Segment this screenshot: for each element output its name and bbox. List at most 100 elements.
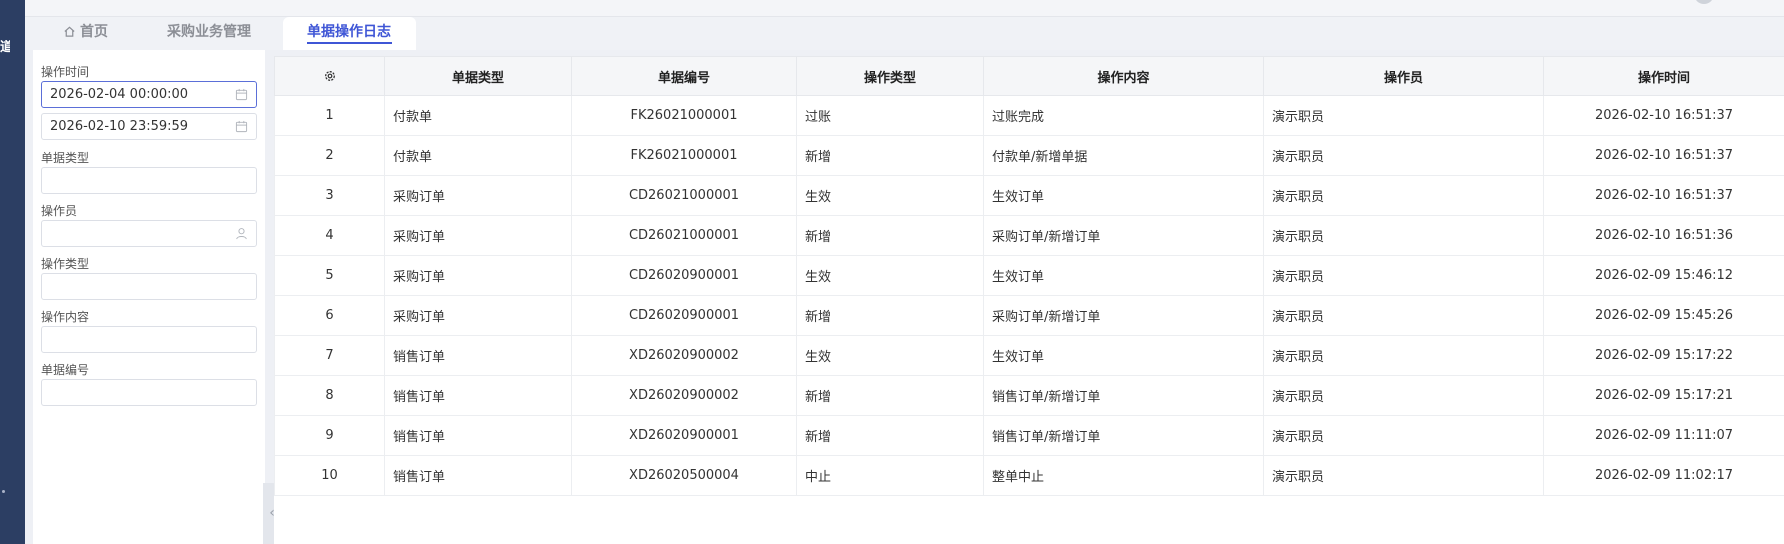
cell-operator: 演示职员	[1263, 375, 1544, 416]
doc-type-label: 单据类型	[41, 151, 90, 165]
home-icon	[64, 26, 75, 37]
filter-panel: 操作时间 2026-02-04 00:00:00 2026-02-10 23:5…	[33, 50, 265, 544]
cell-op-content: 采购订单/新增订单	[983, 295, 1264, 336]
op-time-label: 操作时间	[41, 65, 90, 79]
cell-doc-type: 采购订单	[384, 295, 572, 336]
log-table-container: 单据类型 单据编号 操作类型 操作内容 操作员 操作时间 1 付款单 FK260…	[274, 56, 1784, 544]
user-icon[interactable]	[235, 227, 248, 240]
cell-doc-type: 销售订单	[384, 375, 572, 416]
row-index: 5	[274, 255, 385, 296]
cell-doc-type: 采购订单	[384, 255, 572, 296]
table-row[interactable]: 3 采购订单 CD26021000001 生效 生效订单 演示职员 2026-0…	[274, 175, 1784, 216]
cell-op-type: 新增	[796, 415, 984, 456]
cell-op-content: 整单中止	[983, 455, 1264, 496]
cell-op-type: 新增	[796, 215, 984, 256]
op-content-label: 操作内容	[41, 310, 90, 324]
cell-doc-no: FK26021000001	[571, 95, 797, 136]
table-row[interactable]: 8 销售订单 XD26020900002 新增 销售订单/新增订单 演示职员 2…	[274, 375, 1784, 416]
op-time-start-input[interactable]: 2026-02-04 00:00:00	[41, 81, 257, 108]
cell-op-content: 生效订单	[983, 255, 1264, 296]
table-row[interactable]: 6 采购订单 CD26020900001 新增 采购订单/新增订单 演示职员 2…	[274, 295, 1784, 336]
operator-input[interactable]	[41, 220, 257, 247]
cell-op-time: 2026-02-09 11:02:17	[1543, 455, 1784, 496]
cell-doc-no: FK26021000001	[571, 135, 797, 176]
doc-no-label: 单据编号	[41, 363, 90, 377]
row-index: 10	[274, 455, 385, 496]
table-row[interactable]: 1 付款单 FK26021000001 过账 过账完成 演示职员 2026-02…	[274, 95, 1784, 136]
doc-type-input[interactable]	[41, 167, 257, 194]
cell-doc-no: XD26020500004	[571, 455, 797, 496]
tab-purchase-management[interactable]: 采购业务管理	[151, 17, 267, 50]
column-header-doc-no[interactable]: 单据编号	[571, 56, 797, 96]
cell-op-time: 2026-02-09 15:17:21	[1543, 375, 1784, 416]
cell-op-time: 2026-02-09 15:46:12	[1543, 255, 1784, 296]
cell-op-type: 生效	[796, 175, 984, 216]
row-index: 8	[274, 375, 385, 416]
calendar-icon[interactable]	[235, 120, 248, 133]
cell-op-time: 2026-02-09 15:45:26	[1543, 295, 1784, 336]
gear-icon	[324, 71, 335, 81]
cell-op-time: 2026-02-10 16:51:37	[1543, 135, 1784, 176]
cell-doc-type: 销售订单	[384, 335, 572, 376]
op-time-end-input[interactable]: 2026-02-10 23:59:59	[41, 113, 257, 140]
cell-op-type: 新增	[796, 375, 984, 416]
op-type-label: 操作类型	[41, 257, 90, 271]
cell-op-type: 新增	[796, 135, 984, 176]
cell-doc-type: 付款单	[384, 95, 572, 136]
column-header-op-time[interactable]: 操作时间	[1543, 56, 1784, 96]
cell-doc-no: XD26020900002	[571, 375, 797, 416]
cell-op-time: 2026-02-09 11:11:07	[1543, 415, 1784, 456]
nav-dot	[2, 490, 5, 493]
table-row[interactable]: 2 付款单 FK26021000001 新增 付款单/新增单据 演示职员 202…	[274, 135, 1784, 176]
tab-home[interactable]: 首页	[47, 17, 124, 50]
row-index: 4	[274, 215, 385, 256]
row-index: 6	[274, 295, 385, 336]
cell-operator: 演示职员	[1263, 175, 1544, 216]
op-time-end-value: 2026-02-10 23:59:59	[50, 119, 189, 134]
table-row[interactable]: 9 销售订单 XD26020900001 新增 销售订单/新增订单 演示职员 2…	[274, 415, 1784, 456]
table-header-row: 单据类型 单据编号 操作类型 操作内容 操作员 操作时间	[274, 56, 1784, 96]
cell-doc-type: 付款单	[384, 135, 572, 176]
cell-doc-type: 销售订单	[384, 415, 572, 456]
cell-operator: 演示职员	[1263, 335, 1544, 376]
tab-document-log[interactable]: 单据操作日志	[283, 17, 416, 50]
row-index: 7	[274, 335, 385, 376]
calendar-icon[interactable]	[235, 88, 248, 101]
log-table: 单据类型 单据编号 操作类型 操作内容 操作员 操作时间 1 付款单 FK260…	[274, 56, 1784, 496]
cell-op-content: 销售订单/新增订单	[983, 375, 1264, 416]
column-header-op-type[interactable]: 操作类型	[796, 56, 984, 96]
cell-doc-no: XD26020900002	[571, 335, 797, 376]
table-row[interactable]: 4 采购订单 CD26021000001 新增 采购订单/新增订单 演示职员 2…	[274, 215, 1784, 256]
table-row[interactable]: 7 销售订单 XD26020900002 生效 生效订单 演示职员 2026-0…	[274, 335, 1784, 376]
cell-op-content: 过账完成	[983, 95, 1264, 136]
cell-op-time: 2026-02-10 16:51:36	[1543, 215, 1784, 256]
tab-purchase-management-label: 采购业务管理	[167, 24, 251, 40]
cell-operator: 演示职员	[1263, 295, 1544, 336]
column-header-op-content[interactable]: 操作内容	[983, 56, 1264, 96]
row-index: 3	[274, 175, 385, 216]
cell-op-time: 2026-02-10 16:51:37	[1543, 175, 1784, 216]
cell-op-type: 中止	[796, 455, 984, 496]
cell-operator: 演示职员	[1263, 215, 1544, 256]
cell-op-content: 付款单/新增单据	[983, 135, 1264, 176]
column-header-operator[interactable]: 操作员	[1263, 56, 1544, 96]
column-settings-button[interactable]	[274, 56, 385, 96]
table-row[interactable]: 10 销售订单 XD26020500004 中止 整单中止 演示职员 2026-…	[274, 455, 1784, 496]
row-index: 1	[274, 95, 385, 136]
row-index: 9	[274, 415, 385, 456]
op-type-input[interactable]	[41, 273, 257, 300]
doc-no-input[interactable]	[41, 379, 257, 406]
cell-op-time: 2026-02-09 15:17:22	[1543, 335, 1784, 376]
avatar[interactable]	[1694, 0, 1714, 4]
nav-label[interactable]: 道	[0, 40, 10, 56]
op-time-start-value: 2026-02-04 00:00:00	[50, 87, 189, 102]
cell-op-content: 生效订单	[983, 175, 1264, 216]
column-header-doc-type[interactable]: 单据类型	[384, 56, 572, 96]
tab-home-label: 首页	[80, 24, 108, 40]
cell-op-time: 2026-02-10 16:51:37	[1543, 95, 1784, 136]
op-content-input[interactable]	[41, 326, 257, 353]
row-index: 2	[274, 135, 385, 176]
table-row[interactable]: 5 采购订单 CD26020900001 生效 生效订单 演示职员 2026-0…	[274, 255, 1784, 296]
cell-operator: 演示职员	[1263, 95, 1544, 136]
cell-op-type: 过账	[796, 95, 984, 136]
